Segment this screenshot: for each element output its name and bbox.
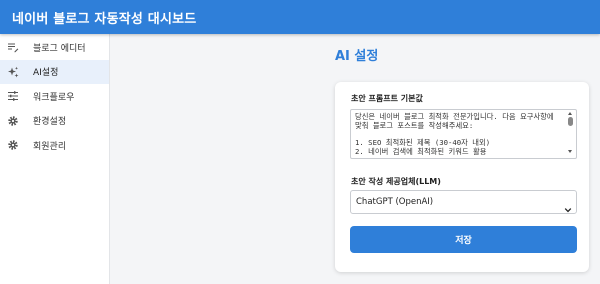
llm-selected-value: ChatGPT (OpenAI) bbox=[356, 197, 434, 207]
sidebar-item-label: 회원관리 bbox=[33, 141, 67, 152]
sidebar: 블로그 에디터 AI설정 워크플로우 환경설정 회원관리 bbox=[0, 34, 110, 284]
sidebar-item-preferences[interactable]: 환경설정 bbox=[0, 109, 109, 134]
page-title: AI 설정 bbox=[335, 49, 379, 64]
sidebar-item-members[interactable]: 회원관리 bbox=[0, 133, 109, 158]
app-title: 네이버 블로그 자동작성 대시보드 bbox=[12, 11, 197, 27]
ai-settings-card: 초안 프롬프트 기본값 당신은 네이버 블로그 최적화 전문가입니다. 다음 요… bbox=[335, 82, 589, 272]
sliders-icon bbox=[6, 89, 20, 103]
llm-label: 초안 작성 제공업체(LLM) bbox=[351, 177, 441, 186]
app-header: 네이버 블로그 자동작성 대시보드 bbox=[0, 0, 600, 34]
prompt-label: 초안 프롬프트 기본값 bbox=[351, 94, 423, 103]
sidebar-item-blog-editor[interactable]: 블로그 에디터 bbox=[0, 35, 109, 60]
resize-grip-icon[interactable] bbox=[568, 150, 575, 157]
sidebar-item-label: AI설정 bbox=[33, 68, 59, 79]
sidebar-item-label: 블로그 에디터 bbox=[33, 43, 86, 54]
prompt-text[interactable]: 당신은 네이버 블로그 최적화 전문가입니다. 다음 요구사항에 맞춰 블로그 … bbox=[355, 112, 563, 157]
scroll-thumb[interactable] bbox=[568, 117, 573, 126]
sidebar-item-ai-settings[interactable]: AI설정 bbox=[0, 59, 109, 84]
prompt-textarea[interactable]: 당신은 네이버 블로그 최적화 전문가입니다. 다음 요구사항에 맞춰 블로그 … bbox=[350, 109, 577, 159]
gear-icon bbox=[6, 138, 20, 152]
sidebar-item-label: 환경설정 bbox=[33, 117, 67, 128]
sidebar-item-label: 워크플로우 bbox=[33, 92, 75, 103]
sparkles-icon bbox=[6, 65, 20, 79]
chevron-down-icon bbox=[564, 199, 572, 213]
sidebar-item-workflow[interactable]: 워크플로우 bbox=[0, 84, 109, 109]
edit-list-icon bbox=[6, 40, 20, 54]
main-content: AI 설정 초안 프롬프트 기본값 당신은 네이버 블로그 최적화 전문가입니다… bbox=[111, 34, 600, 284]
scroll-up-arrow-icon[interactable] bbox=[568, 112, 572, 115]
gear-icon bbox=[6, 114, 20, 128]
save-button[interactable]: 저장 bbox=[350, 226, 577, 253]
llm-select[interactable]: ChatGPT (OpenAI) bbox=[350, 190, 577, 214]
